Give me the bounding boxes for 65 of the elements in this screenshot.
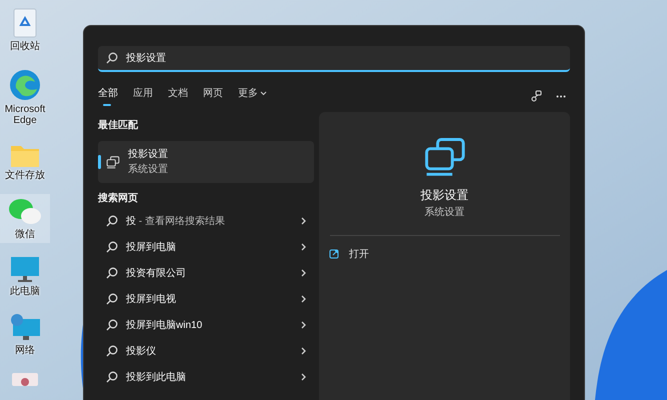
search-icon (106, 293, 118, 305)
chevron-right-icon (301, 295, 306, 303)
desktop-icon-label: 网络 (15, 345, 35, 356)
web-search-suggestion[interactable]: 投屏到电视 (98, 286, 314, 312)
filter-tab[interactable]: 全部 (98, 86, 118, 106)
search-icon (106, 52, 118, 64)
preview-subtitle: 系统设置 (424, 206, 464, 220)
desktop-icon[interactable]: 微信 (0, 194, 50, 243)
chevron-right-icon (301, 243, 306, 251)
monitor-icon (10, 256, 40, 284)
section-heading: 搜索网页 (98, 192, 139, 206)
suggestion-text: 投屏到电脑 (126, 240, 177, 254)
desktop-icon[interactable]: 文件存放 (0, 139, 50, 184)
suggestion-text: 投 - 查看网络搜索结果 (126, 214, 226, 228)
suggestion-text: 投影到此电脑 (126, 370, 187, 384)
suggestion-text: 投资有限公司 (126, 266, 187, 280)
filter-tab[interactable]: 网页 (203, 86, 223, 106)
search-input[interactable]: 投影设置 (126, 50, 562, 66)
search-icon (106, 371, 118, 383)
network-monitor-icon (9, 313, 41, 343)
share-icon[interactable] (531, 90, 542, 102)
desktop-icon-label: 此电脑 (10, 286, 40, 297)
chevron-right-icon (301, 373, 306, 381)
search-icon (106, 215, 118, 227)
search-field[interactable]: 投影设置 (98, 46, 570, 72)
suggestion-text: 投屏到电脑win10 (126, 318, 204, 332)
desktop-icon-label: 文件存放 (5, 170, 45, 181)
open-external-icon (329, 249, 339, 259)
search-icon (106, 319, 118, 331)
preview-title: 投影设置 (420, 187, 468, 204)
result-subtitle: 系统设置 (128, 162, 168, 177)
desktop-icon-label: 微信 (15, 229, 35, 240)
desktop-icon[interactable]: Microsoft Edge (0, 65, 50, 129)
suggestion-text: 投影仪 (126, 344, 157, 358)
chevron-right-icon (301, 217, 306, 225)
desktop-icon-label: Microsoft Edge (4, 104, 46, 126)
desktop-icon[interactable]: 回收站 (0, 4, 50, 55)
chevron-right-icon (301, 321, 306, 329)
edge-logo-icon (8, 68, 42, 102)
search-icon (106, 267, 118, 279)
web-search-suggestion[interactable]: 投影仪 (98, 338, 314, 364)
best-match-item[interactable]: 投影设置 系统设置 (98, 141, 314, 183)
more-options-icon[interactable] (556, 94, 566, 98)
section-heading: 最佳匹配 (98, 118, 139, 133)
open-action[interactable]: 打开 (329, 244, 560, 264)
app-icon (11, 372, 39, 386)
web-search-suggestion[interactable]: 投屏到电脑win10 (98, 312, 314, 338)
search-icon (106, 345, 118, 357)
chevron-right-icon (301, 269, 306, 277)
web-search-suggestion[interactable]: 投屏到电脑 (98, 234, 314, 260)
filter-tab[interactable]: 更多 (238, 86, 267, 106)
chevron-right-icon (301, 347, 306, 355)
filter-tab[interactable]: 应用 (133, 86, 153, 106)
web-search-suggestion[interactable]: 投影到此电脑 (98, 364, 314, 390)
filter-tab[interactable]: 文档 (168, 86, 188, 106)
web-search-suggestion[interactable]: 投 - 查看网络搜索结果 (98, 208, 314, 234)
desktop-icon[interactable]: 网络 (0, 310, 50, 359)
projection-icon (106, 155, 120, 169)
chat-bubbles-icon (7, 197, 43, 227)
result-title: 投影设置 (128, 148, 168, 162)
desktop-icon-label: 回收站 (10, 41, 40, 52)
suggestion-text: 投屏到电视 (126, 292, 177, 306)
web-search-suggestion[interactable]: 投资有限公司 (98, 260, 314, 286)
desktop-icon[interactable]: 此电脑 (0, 253, 50, 300)
search-icon (106, 241, 118, 253)
